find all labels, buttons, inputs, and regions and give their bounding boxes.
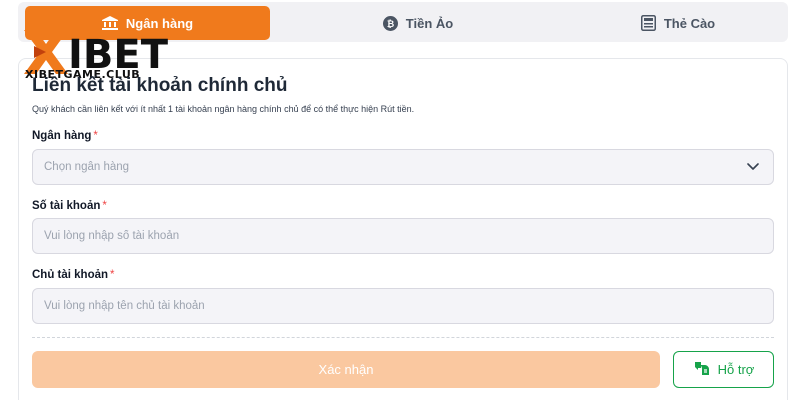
account-number-label-text: Số tài khoản — [32, 200, 101, 212]
account-number-field-label: Số tài khoản * — [32, 200, 107, 212]
bank-link-page: Ngân hàng ₿ Tiền Ảo Thẻ Cào IBET XIBETGA… — [0, 0, 800, 400]
form-divider — [32, 337, 774, 338]
help-button-label: Hỗ trợ — [717, 362, 755, 377]
tab-crypto-label: Tiền Ảo — [405, 15, 454, 31]
svg-text:₿: ₿ — [387, 19, 394, 30]
scratch-card-icon — [640, 15, 656, 31]
tab-scratch-card[interactable]: Thẻ Cào — [578, 6, 778, 40]
required-mark: * — [93, 130, 98, 142]
account-holder-label-text: Chủ tài khoản — [32, 269, 109, 281]
bank-select[interactable]: Chọn ngân hàng — [32, 149, 774, 185]
account-number-input[interactable] — [44, 219, 773, 253]
tab-scratch-card-label: Thẻ Cào — [663, 15, 716, 31]
form-title: Liên kết tài khoản chính chủ — [32, 75, 288, 96]
bank-field-label: Ngân hàng * — [32, 130, 98, 142]
support-icon — [693, 360, 710, 380]
bank-select-placeholder: Chọn ngân hàng — [44, 161, 130, 173]
required-mark: * — [102, 200, 107, 212]
bitcoin-icon: ₿ — [382, 15, 398, 31]
confirm-button[interactable]: Xác nhận — [32, 351, 660, 388]
bank-label-text: Ngân hàng — [32, 130, 92, 142]
account-holder-input[interactable] — [44, 289, 773, 323]
tab-crypto[interactable]: ₿ Tiền Ảo — [318, 6, 518, 40]
form-subtitle: Quý khách cần liên kết với ít nhất 1 tài… — [32, 104, 415, 114]
chevron-down-icon — [747, 162, 759, 174]
account-holder-field-label: Chủ tài khoản * — [32, 269, 115, 281]
help-button[interactable]: Hỗ trợ — [673, 351, 774, 388]
account-number-field — [32, 218, 774, 254]
account-holder-field — [32, 288, 774, 324]
required-mark: * — [110, 269, 115, 281]
